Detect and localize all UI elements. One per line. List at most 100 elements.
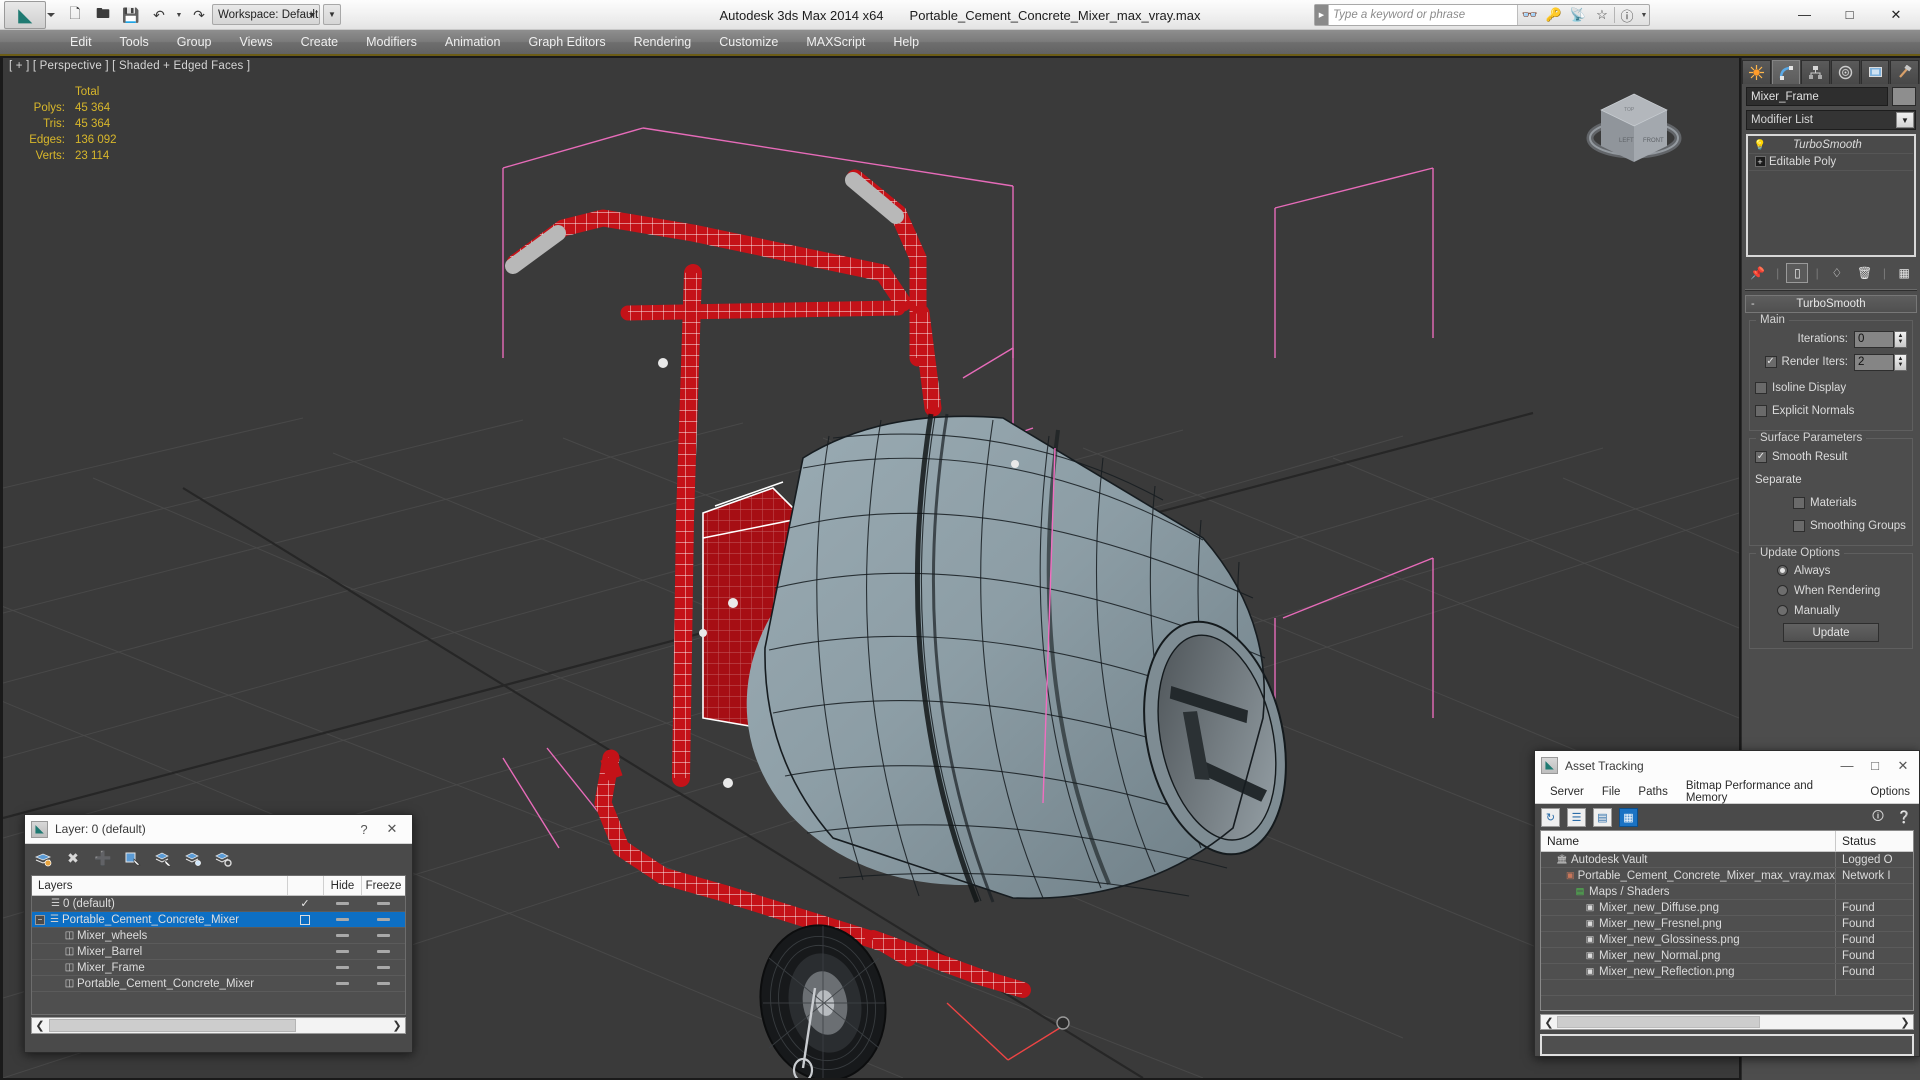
smoothing-groups-row[interactable]: Smoothing Groups	[1755, 516, 1907, 536]
asset-scroll-right-icon[interactable]: ❯	[1897, 1016, 1913, 1029]
key-icon[interactable]: 🔑	[1542, 5, 1566, 25]
detail-view-icon[interactable]: ▤	[1593, 807, 1612, 827]
layer-row-mixer-object[interactable]: ◫ Portable_Cement_Concrete_Mixer	[32, 976, 405, 992]
scroll-left-icon[interactable]: ❮	[32, 1019, 48, 1032]
layer-freeze-toggle[interactable]	[361, 918, 405, 921]
asset-row-diffuse[interactable]: ▣ Mixer_new_Diffuse.png Found	[1541, 900, 1913, 916]
layers-horizontal-scrollbar[interactable]: ❮ ❯	[31, 1017, 406, 1034]
scroll-right-icon[interactable]: ❯	[389, 1019, 405, 1032]
asset-tracking-titlebar[interactable]: ◣ Asset Tracking — □ ✕	[1535, 751, 1919, 780]
asset-row-maps-shaders[interactable]: ▤ Maps / Shaders	[1541, 884, 1913, 900]
modify-tab[interactable]	[1771, 60, 1801, 84]
asset-row-autodesk-vault[interactable]: 🏛 Autodesk Vault Logged O	[1541, 852, 1913, 868]
render-iters-spinner-arrows[interactable]: ▲ ▼	[1894, 353, 1907, 371]
materials-row[interactable]: Materials	[1755, 493, 1907, 513]
layer-current-check[interactable]: ✓	[287, 897, 323, 910]
scroll-thumb[interactable]	[49, 1019, 296, 1032]
asset-scroll-thumb[interactable]	[1557, 1016, 1760, 1028]
materials-checkbox[interactable]	[1793, 497, 1805, 509]
layer-freeze-toggle[interactable]	[361, 982, 405, 985]
stack-item-editable-poly[interactable]: + Editable Poly	[1749, 154, 1913, 171]
asset-scroll-left-icon[interactable]: ❮	[1541, 1016, 1557, 1029]
delete-layer-icon[interactable]: ✖	[63, 849, 83, 869]
layer-hide-toggle[interactable]	[323, 902, 361, 905]
layer-current-check[interactable]	[287, 914, 323, 925]
menu-item-views[interactable]: Views	[225, 31, 286, 53]
menu-item-tools[interactable]: Tools	[106, 31, 163, 53]
workspace-selector[interactable]: Workspace: Default	[212, 4, 320, 25]
menu-item-create[interactable]: Create	[287, 31, 353, 53]
asset-row-normal[interactable]: ▣ Mixer_new_Normal.png Found	[1541, 948, 1913, 964]
new-layer-icon[interactable]	[33, 849, 53, 869]
update-manually-row[interactable]: Manually	[1755, 602, 1907, 619]
smooth-result-checkbox[interactable]: ✓	[1755, 451, 1767, 463]
update-button[interactable]: Update	[1783, 623, 1879, 642]
viewport-label[interactable]: [ + ] [ Perspective ] [ Shaded + Edged F…	[9, 60, 250, 72]
update-when-rendering-radio[interactable]	[1777, 585, 1788, 596]
render-iters-stepper[interactable]: 2 ▲ ▼	[1854, 353, 1907, 371]
layer-close-button[interactable]: ✕	[378, 818, 406, 840]
remove-modifier-icon[interactable]: 🗑	[1854, 263, 1876, 283]
select-objects-in-layer-icon[interactable]	[123, 849, 143, 869]
rollout-collapse-icon[interactable]: -	[1751, 298, 1755, 310]
explicit-normals-checkbox[interactable]	[1755, 405, 1767, 417]
smoothing-groups-checkbox[interactable]	[1793, 520, 1805, 532]
asset-menu-file[interactable]: File	[1593, 786, 1630, 798]
new-file-icon[interactable]: 🗋	[62, 3, 88, 27]
asset-maximize-button[interactable]: □	[1861, 755, 1889, 777]
binoculars-icon[interactable]: 👓	[1518, 5, 1542, 25]
search-input[interactable]: Type a keyword or phrase	[1328, 5, 1518, 25]
stack-item-turbosmooth[interactable]: 💡 TurboSmooth	[1749, 137, 1913, 154]
layer-row-portable-cement-concrete-mixer[interactable]: − ☰ Portable_Cement_Concrete_Mixer	[32, 912, 405, 928]
layer-hide-toggle[interactable]	[323, 918, 361, 921]
refresh-icon[interactable]: ↻	[1541, 807, 1560, 827]
layer-freeze-toggle[interactable]	[361, 934, 405, 937]
make-unique-icon[interactable]: ♢	[1826, 263, 1848, 283]
save-file-icon[interactable]: 💾	[118, 3, 144, 27]
undo-icon[interactable]: ↶	[146, 3, 172, 27]
asset-row-max-file[interactable]: ▣ Portable_Cement_Concrete_Mixer_max_vray…	[1541, 868, 1913, 884]
layer-properties-icon[interactable]	[213, 849, 233, 869]
create-tab[interactable]	[1742, 60, 1771, 84]
menu-item-graph-editors[interactable]: Graph Editors	[514, 31, 619, 53]
motion-tab[interactable]	[1831, 60, 1860, 84]
search-expand-icon[interactable]: ▶	[1315, 5, 1328, 25]
chevron-down-icon[interactable]: ▼	[1896, 112, 1914, 128]
asset-row-glossiness[interactable]: ▣ Mixer_new_Glossiness.png Found	[1541, 932, 1913, 948]
layer-row-mixer-wheels[interactable]: ◫ Mixer_wheels	[32, 928, 405, 944]
star-icon[interactable]: ☆	[1590, 5, 1614, 25]
utilities-tab[interactable]	[1890, 60, 1920, 84]
layer-row-mixer-barrel[interactable]: ◫ Mixer_Barrel	[32, 944, 405, 960]
help-circle-icon[interactable]: ⓘ	[1615, 5, 1639, 25]
menu-item-group[interactable]: Group	[163, 31, 226, 53]
layer-hide-toggle[interactable]	[323, 982, 361, 985]
maximize-button[interactable]: □	[1827, 0, 1872, 29]
layer-hide-toggle[interactable]	[323, 934, 361, 937]
lightbulb-icon[interactable]: 💡	[1751, 140, 1769, 151]
menu-item-rendering[interactable]: Rendering	[620, 31, 706, 53]
layer-hide-toggle[interactable]	[323, 950, 361, 953]
update-manually-radio[interactable]	[1777, 605, 1788, 616]
satellite-icon[interactable]: 📡	[1566, 5, 1590, 25]
layer-freeze-toggle[interactable]	[361, 950, 405, 953]
asset-row-fresnel[interactable]: ▣ Mixer_new_Fresnel.png Found	[1541, 916, 1913, 932]
layer-freeze-toggle[interactable]	[361, 902, 405, 905]
list-view-icon[interactable]: ☰	[1567, 807, 1586, 827]
render-iters-checkbox[interactable]: ✓	[1764, 356, 1777, 368]
app-menu-caret-icon[interactable]	[47, 13, 55, 17]
add-layer-icon[interactable]: ➕	[93, 849, 113, 869]
layer-dialog-titlebar[interactable]: ◣ Layer: 0 (default) ? ✕	[25, 815, 412, 844]
menu-item-maxscript[interactable]: MAXScript	[792, 31, 879, 53]
object-name-field[interactable]: Mixer_Frame	[1746, 87, 1888, 106]
layer-row-mixer-frame[interactable]: ◫ Mixer_Frame	[32, 960, 405, 976]
app-logo-button[interactable]: ◣	[4, 1, 46, 29]
isoline-display-row[interactable]: Isoline Display	[1755, 378, 1907, 398]
isoline-display-checkbox[interactable]	[1755, 382, 1767, 394]
asset-menu-server[interactable]: Server	[1541, 786, 1593, 798]
asset-menu-options[interactable]: Options	[1861, 786, 1919, 798]
layer-freeze-toggle[interactable]	[361, 966, 405, 969]
help-new-icon[interactable]: 🛈	[1869, 808, 1887, 826]
minimize-button[interactable]: —	[1782, 0, 1827, 29]
asset-minimize-button[interactable]: —	[1833, 755, 1861, 777]
show-end-result-icon[interactable]: ▯	[1786, 263, 1809, 283]
